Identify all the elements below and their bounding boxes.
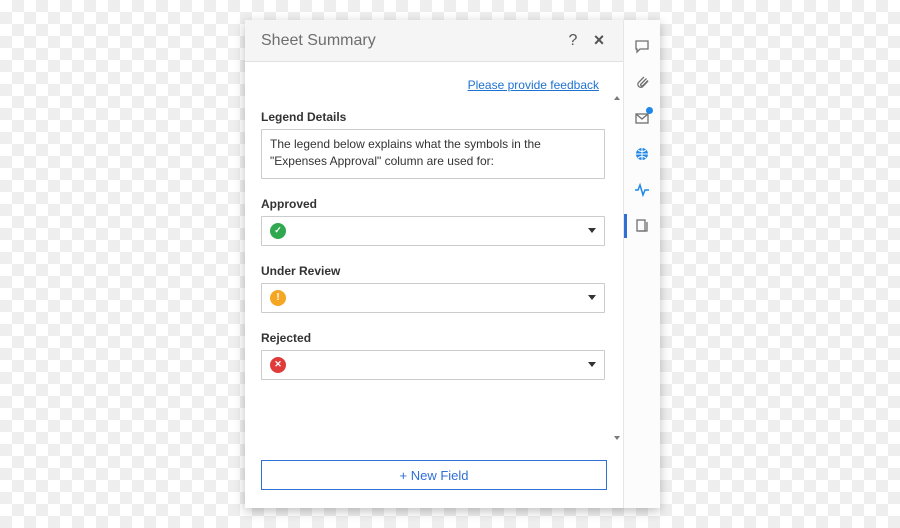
notification-badge xyxy=(646,107,653,114)
chevron-down-icon xyxy=(588,228,596,233)
attachments-button[interactable] xyxy=(624,64,660,100)
attachments-icon xyxy=(634,74,650,90)
summary-button[interactable] xyxy=(624,208,660,244)
field-legend-details: Legend Details The legend below explains… xyxy=(261,110,605,179)
panel-title: Sheet Summary xyxy=(261,32,561,50)
scroll-area: Please provide feedback Legend Details T… xyxy=(245,62,611,448)
field-label: Under Review xyxy=(261,264,605,278)
status-approved-icon xyxy=(270,223,286,239)
field-label: Legend Details xyxy=(261,110,605,124)
help-icon: ? xyxy=(569,32,578,50)
activity-icon xyxy=(634,182,650,198)
chevron-down-icon xyxy=(588,362,596,367)
under-review-select[interactable] xyxy=(261,283,605,313)
new-field-label: + New Field xyxy=(400,468,469,483)
feedback-link[interactable]: Please provide feedback xyxy=(468,78,599,92)
scroll-up-icon xyxy=(614,96,620,100)
summary-icon xyxy=(634,218,650,234)
status-review-icon xyxy=(270,290,286,306)
close-button[interactable]: × xyxy=(587,29,611,53)
rejected-select[interactable] xyxy=(261,350,605,380)
field-label: Approved xyxy=(261,197,605,211)
publish-button[interactable] xyxy=(624,136,660,172)
panel-header: Sheet Summary ? × xyxy=(245,20,623,62)
close-icon: × xyxy=(594,30,605,51)
activity-button[interactable] xyxy=(624,172,660,208)
panel-footer: + New Field xyxy=(245,448,623,508)
approved-select[interactable] xyxy=(261,216,605,246)
field-approved: Approved xyxy=(261,197,605,246)
vertical-scrollbar[interactable] xyxy=(613,66,621,444)
panel-body: Please provide feedback Legend Details T… xyxy=(245,62,623,448)
inbox-button[interactable] xyxy=(624,100,660,136)
comments-icon xyxy=(634,38,650,54)
scroll-down-icon xyxy=(614,436,620,440)
new-field-button[interactable]: + New Field xyxy=(261,460,607,490)
right-rail xyxy=(624,20,660,508)
panel-main: Sheet Summary ? × Please provide feedbac… xyxy=(245,20,624,508)
help-button[interactable]: ? xyxy=(561,29,585,53)
feedback-row: Please provide feedback xyxy=(261,76,605,94)
publish-icon xyxy=(634,146,650,162)
chevron-down-icon xyxy=(588,295,596,300)
field-rejected: Rejected xyxy=(261,331,605,380)
status-rejected-icon xyxy=(270,357,286,373)
sheet-summary-panel: Sheet Summary ? × Please provide feedbac… xyxy=(245,20,660,508)
field-label: Rejected xyxy=(261,331,605,345)
legend-details-value[interactable]: The legend below explains what the symbo… xyxy=(261,129,605,179)
comments-button[interactable] xyxy=(624,28,660,64)
field-under-review: Under Review xyxy=(261,264,605,313)
